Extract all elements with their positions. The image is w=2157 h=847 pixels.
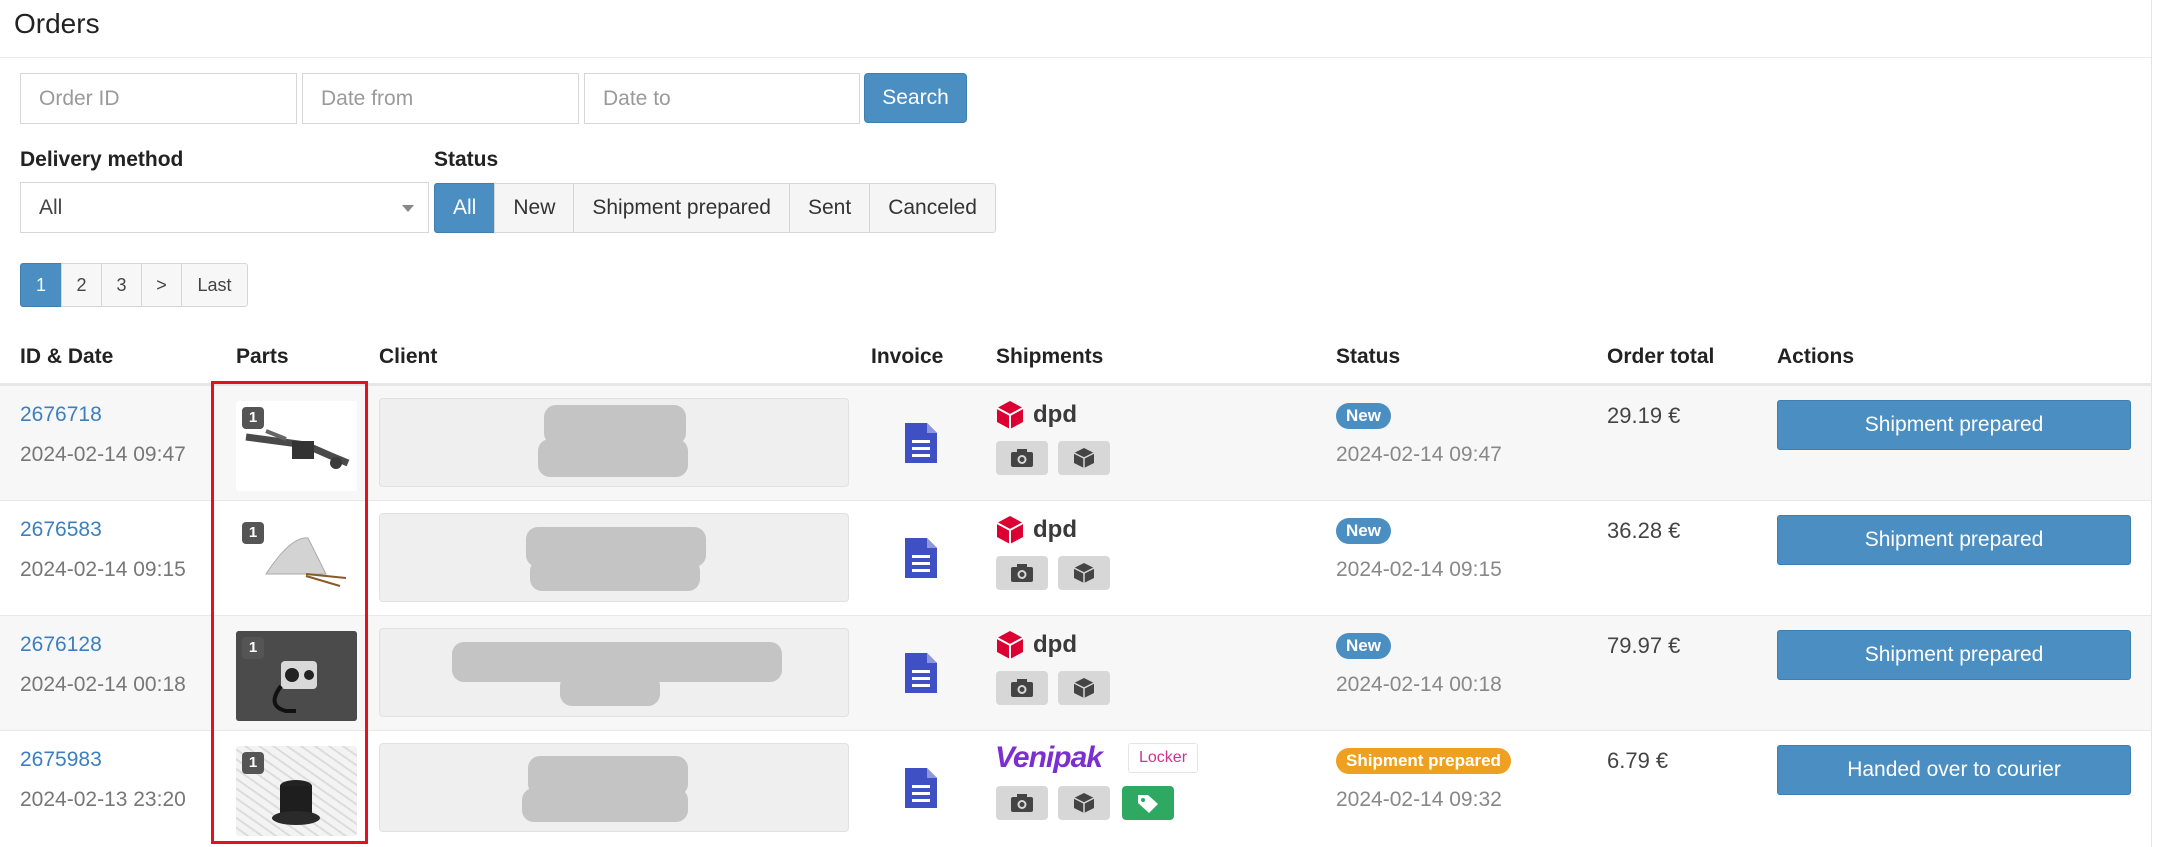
- camera-icon: [1011, 449, 1033, 467]
- package-button[interactable]: [1058, 786, 1110, 820]
- order-id-input[interactable]: [20, 73, 297, 124]
- date-to-input[interactable]: [584, 73, 860, 124]
- order-total: 29.19 €: [1607, 403, 1681, 428]
- package-button[interactable]: [1058, 556, 1110, 590]
- date-from-input[interactable]: [302, 73, 579, 124]
- carrier-dpd: dpd: [995, 630, 1077, 660]
- shipment-prepared-button[interactable]: Shipment prepared: [1777, 400, 2131, 450]
- handed-over-to-courier-button[interactable]: Handed over to courier: [1777, 745, 2131, 795]
- camera-icon: [1011, 564, 1033, 582]
- order-date: 2024-02-13 23:20: [20, 788, 186, 811]
- status-filter-canceled[interactable]: Canceled: [869, 183, 996, 233]
- status-badge: New: [1336, 518, 1391, 544]
- package-icon: [1073, 793, 1095, 813]
- dpd-cube-icon: [996, 516, 1024, 544]
- carrier-venipak-logo: Venipak: [995, 741, 1103, 774]
- header-actions: Actions: [1777, 345, 1855, 368]
- order-id-link[interactable]: 2675983: [20, 748, 102, 772]
- delivery-method-label: Delivery method: [20, 148, 184, 171]
- status-filter-group: All New Shipment prepared Sent Canceled: [434, 183, 996, 233]
- camera-icon: [1011, 794, 1033, 812]
- order-total: 36.28 €: [1607, 518, 1681, 543]
- package-icon: [1073, 563, 1095, 583]
- header-invoice: Invoice: [871, 345, 944, 368]
- package-button[interactable]: [1058, 441, 1110, 475]
- carrier-dpd: dpd: [995, 400, 1077, 430]
- page-next[interactable]: >: [141, 263, 182, 307]
- page-3[interactable]: 3: [101, 263, 142, 307]
- carrier-name: dpd: [1033, 401, 1077, 428]
- photo-button[interactable]: [996, 556, 1048, 590]
- locker-tag: Locker: [1128, 743, 1199, 773]
- status-filter-all[interactable]: All: [434, 183, 496, 233]
- status-date: 2024-02-14 09:47: [1336, 443, 1502, 466]
- order-date: 2024-02-14 09:15: [20, 558, 186, 581]
- redacted-block: [560, 674, 660, 706]
- delivery-method-select[interactable]: All: [20, 182, 429, 233]
- status-badge: Shipment prepared: [1336, 748, 1511, 774]
- status-date: 2024-02-14 09:15: [1336, 558, 1502, 581]
- order-total: 6.79 €: [1607, 748, 1669, 773]
- dpd-cube-icon: [996, 401, 1024, 429]
- label-button[interactable]: [1122, 786, 1174, 820]
- document-icon[interactable]: [905, 423, 937, 463]
- caret-down-icon: [402, 205, 414, 212]
- package-button[interactable]: [1058, 671, 1110, 705]
- header-shipments: Shipments: [996, 345, 1104, 368]
- parts-highlight-box: [211, 381, 368, 844]
- order-id-link[interactable]: 2676583: [20, 518, 102, 542]
- status-badge: New: [1336, 633, 1391, 659]
- package-icon: [1073, 448, 1095, 468]
- header-parts: Parts: [236, 345, 289, 368]
- page-1[interactable]: 1: [20, 263, 62, 307]
- client-info-redacted: [379, 398, 849, 487]
- status-filter-sent[interactable]: Sent: [788, 183, 871, 233]
- order-id-link[interactable]: 2676718: [20, 403, 102, 427]
- client-info-redacted: [379, 513, 849, 602]
- header-order-total: Order total: [1607, 345, 1715, 368]
- page-last[interactable]: Last: [181, 263, 248, 307]
- status-label: Status: [434, 148, 499, 171]
- photo-button[interactable]: [996, 786, 1048, 820]
- client-info-redacted: [379, 743, 849, 832]
- header-client: Client: [379, 345, 438, 368]
- status-badge: New: [1336, 403, 1391, 429]
- carrier-name: dpd: [1033, 631, 1077, 658]
- pagination: 1 2 3 > Last: [20, 263, 248, 307]
- order-total: 79.97 €: [1607, 633, 1681, 658]
- client-info-redacted: [379, 628, 849, 717]
- photo-button[interactable]: [996, 671, 1048, 705]
- redacted-block: [530, 559, 700, 591]
- package-icon: [1073, 678, 1095, 698]
- shipment-prepared-button[interactable]: Shipment prepared: [1777, 630, 2131, 680]
- document-icon[interactable]: [905, 653, 937, 693]
- order-date: 2024-02-14 09:47: [20, 443, 186, 466]
- dpd-cube-icon: [996, 631, 1024, 659]
- order-date: 2024-02-14 00:18: [20, 673, 186, 696]
- page-title: Orders: [14, 8, 100, 39]
- header-id-date: ID & Date: [20, 345, 114, 368]
- tag-icon: [1138, 795, 1158, 813]
- search-button[interactable]: Search: [864, 73, 967, 123]
- redacted-block: [538, 439, 688, 477]
- shipment-prepared-button[interactable]: Shipment prepared: [1777, 515, 2131, 565]
- status-filter-shipment-prepared[interactable]: Shipment prepared: [573, 183, 790, 233]
- carrier-dpd: dpd: [995, 515, 1077, 545]
- title-divider: [0, 57, 2152, 58]
- document-icon[interactable]: [905, 538, 937, 578]
- status-date: 2024-02-14 09:32: [1336, 788, 1502, 811]
- status-date: 2024-02-14 00:18: [1336, 673, 1502, 696]
- status-filter-new[interactable]: New: [494, 183, 575, 233]
- redacted-block: [522, 788, 688, 822]
- document-icon[interactable]: [905, 768, 937, 808]
- photo-button[interactable]: [996, 441, 1048, 475]
- order-id-link[interactable]: 2676128: [20, 633, 102, 657]
- page-2[interactable]: 2: [61, 263, 102, 307]
- header-status: Status: [1336, 345, 1401, 368]
- panel-edge: [2151, 0, 2152, 847]
- camera-icon: [1011, 679, 1033, 697]
- carrier-name: dpd: [1033, 516, 1077, 543]
- delivery-method-value: All: [39, 196, 63, 219]
